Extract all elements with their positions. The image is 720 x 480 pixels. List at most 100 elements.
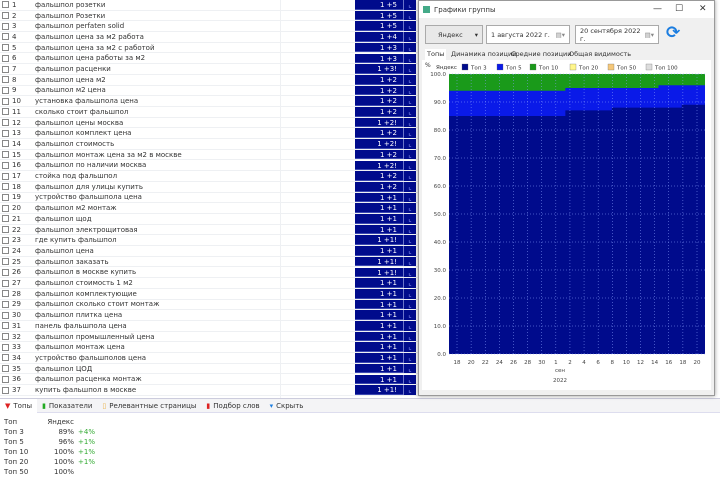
chart-line-icon[interactable]: ⌞ (403, 342, 416, 353)
chart-line-icon[interactable]: ⌞ (403, 10, 416, 21)
table-row[interactable]: 9 фальшпол м2 цена 1 +2 ⌞ (0, 85, 420, 97)
table-row[interactable]: 1 фальшпол розетки 1 +5 ⌞ (0, 0, 420, 11)
date-to-input[interactable]: 20 сентября 2022 г. ▤▾ (575, 25, 659, 44)
row-checkbox[interactable] (2, 300, 9, 308)
table-row[interactable]: 5 фальшпол цена за м2 с работой 1 +3 ⌞ (0, 42, 420, 54)
chart-line-icon[interactable]: ⌞ (403, 310, 416, 320)
chart-line-icon[interactable]: ⌞ (403, 117, 416, 128)
table-row[interactable]: 6 фальшпол цена работы за м2 1 +3 ⌞ (0, 53, 420, 65)
tab-4[interactable]: ▾ Скрыть (265, 399, 309, 413)
row-checkbox[interactable] (2, 172, 9, 180)
table-row[interactable]: 32 фальшпол промышленный цена 1 +1 ⌞ (0, 331, 420, 343)
row-checkbox[interactable] (2, 386, 9, 394)
row-checkbox[interactable] (2, 279, 9, 287)
chart-line-icon[interactable]: ⌞ (403, 278, 416, 288)
chart-line-icon[interactable]: ⌞ (403, 321, 416, 331)
table-row[interactable]: 3 фальшпол perfaten solid 1 +5 ⌞ (0, 21, 420, 33)
chart-line-icon[interactable]: ⌞ (403, 203, 416, 213)
row-checkbox[interactable] (2, 375, 9, 383)
table-row[interactable]: 13 фальшпол комплект цена 1 +2 ⌞ (0, 128, 420, 140)
row-checkbox[interactable] (2, 1, 9, 9)
chart-line-icon[interactable]: ⌞ (403, 96, 416, 106)
refresh-icon[interactable]: ⟳ (666, 23, 680, 43)
chart-line-icon[interactable]: ⌞ (403, 374, 416, 385)
table-row[interactable]: 18 фальшпол для улицы купить 1 +2 ⌞ (0, 181, 420, 193)
tab-3[interactable]: ▮ Подбор слов (201, 399, 264, 413)
date-from-input[interactable]: 1 августа 2022 г. ▤▾ (486, 25, 570, 44)
row-checkbox[interactable] (2, 33, 9, 41)
chart-line-icon[interactable]: ⌞ (403, 353, 416, 363)
row-checkbox[interactable] (2, 226, 9, 234)
chart-line-icon[interactable]: ⌞ (403, 256, 416, 267)
row-checkbox[interactable] (2, 129, 9, 137)
table-row[interactable]: 4 фальшпол цена за м2 работа 1 +4 ⌞ (0, 32, 420, 43)
close-button[interactable]: ✕ (699, 4, 707, 14)
row-checkbox[interactable] (2, 183, 9, 191)
chart-line-icon[interactable]: ⌞ (403, 181, 416, 192)
table-row[interactable]: 2 фальшпол Розетки 1 +5 ⌞ (0, 10, 420, 22)
chart-line-icon[interactable]: ⌞ (403, 64, 416, 74)
table-row[interactable]: 28 фальшпол комплектующие 1 +1 ⌞ (0, 288, 420, 300)
chart-line-icon[interactable]: ⌞ (403, 267, 416, 278)
table-row[interactable]: 34 устройство фальшполов цена 1 +1 ⌞ (0, 353, 420, 364)
row-checkbox[interactable] (2, 236, 9, 244)
row-checkbox[interactable] (2, 108, 9, 116)
tab-2[interactable]: ▯ Релевантные страницы (97, 399, 201, 413)
chart-tab-2[interactable]: Средние позиции (509, 49, 573, 60)
row-checkbox[interactable] (2, 97, 9, 105)
chart-line-icon[interactable]: ⌞ (403, 139, 416, 149)
chart-line-icon[interactable]: ⌞ (403, 385, 416, 395)
chart-line-icon[interactable]: ⌞ (403, 235, 416, 246)
row-checkbox[interactable] (2, 161, 9, 169)
table-row[interactable]: 19 устройство фальшпола цена 1 +1 ⌞ (0, 192, 420, 204)
row-checkbox[interactable] (2, 22, 9, 30)
chart-line-icon[interactable]: ⌞ (403, 224, 416, 235)
row-checkbox[interactable] (2, 151, 9, 159)
table-row[interactable]: 22 фальшпол электрощитовая 1 +1 ⌞ (0, 224, 420, 236)
chart-line-icon[interactable]: ⌞ (403, 0, 416, 10)
chart-line-icon[interactable]: ⌞ (403, 246, 416, 256)
calendar-icon[interactable]: ▤▾ (645, 31, 654, 39)
table-row[interactable]: 30 фальшпол плитка цена 1 +1 ⌞ (0, 310, 420, 321)
chart-line-icon[interactable]: ⌞ (403, 21, 416, 32)
chart-line-icon[interactable]: ⌞ (403, 107, 416, 117)
table-row[interactable]: 29 фальшпол сколько стоит монтаж 1 +1 ⌞ (0, 299, 420, 311)
chart-line-icon[interactable]: ⌞ (403, 331, 416, 342)
table-row[interactable]: 35 фальшпол ЦОД 1 +1 ⌞ (0, 363, 420, 375)
chart-line-icon[interactable]: ⌞ (403, 160, 416, 171)
row-checkbox[interactable] (2, 322, 9, 330)
chart-line-icon[interactable]: ⌞ (403, 288, 416, 299)
chart-line-icon[interactable]: ⌞ (403, 74, 416, 85)
row-checkbox[interactable] (2, 311, 9, 319)
chart-line-icon[interactable]: ⌞ (403, 42, 416, 53)
table-row[interactable]: 10 установка фальшпола цена 1 +2 ⌞ (0, 96, 420, 107)
chart-line-icon[interactable]: ⌞ (403, 53, 416, 64)
row-checkbox[interactable] (2, 290, 9, 298)
chart-line-icon[interactable]: ⌞ (403, 149, 416, 160)
chart-line-icon[interactable]: ⌞ (403, 171, 416, 181)
chart-tab-0[interactable]: Топы (425, 49, 447, 60)
table-row[interactable]: 33 фальшпол монтаж цена 1 +1 ⌞ (0, 342, 420, 354)
table-row[interactable]: 8 фальшпол цена м2 1 +2 ⌞ (0, 74, 420, 86)
table-row[interactable]: 14 фальшпол стоимость 1 +2! ⌞ (0, 139, 420, 150)
minimize-button[interactable]: — (653, 4, 662, 14)
row-checkbox[interactable] (2, 44, 9, 52)
row-checkbox[interactable] (2, 354, 9, 362)
table-row[interactable]: 15 фальшпол монтаж цена за м2 в москве 1… (0, 149, 420, 161)
table-row[interactable]: 24 фальшпол цена 1 +1 ⌞ (0, 246, 420, 257)
table-row[interactable]: 25 фальшпол заказать 1 +1! ⌞ (0, 256, 420, 268)
chart-line-icon[interactable]: ⌞ (403, 85, 416, 96)
row-checkbox[interactable] (2, 193, 9, 201)
calendar-icon[interactable]: ▤▾ (556, 31, 565, 39)
table-row[interactable]: 26 фальшпол в москве купить 1 +1! ⌞ (0, 267, 420, 279)
table-row[interactable]: 7 фальшпол расценки 1 +3! ⌞ (0, 64, 420, 75)
row-checkbox[interactable] (2, 204, 9, 212)
table-row[interactable]: 36 фальшпол расценка монтаж 1 +1 ⌞ (0, 374, 420, 386)
chart-line-icon[interactable]: ⌞ (403, 32, 416, 42)
table-row[interactable]: 20 фальшпол м2 монтаж 1 +1 ⌞ (0, 203, 420, 214)
chart-tab-1[interactable]: Динамика позиций (449, 49, 518, 60)
row-checkbox[interactable] (2, 76, 9, 84)
table-row[interactable]: 16 фальшпол по наличии москва 1 +2! ⌞ (0, 160, 420, 172)
row-checkbox[interactable] (2, 247, 9, 255)
row-checkbox[interactable] (2, 343, 9, 351)
